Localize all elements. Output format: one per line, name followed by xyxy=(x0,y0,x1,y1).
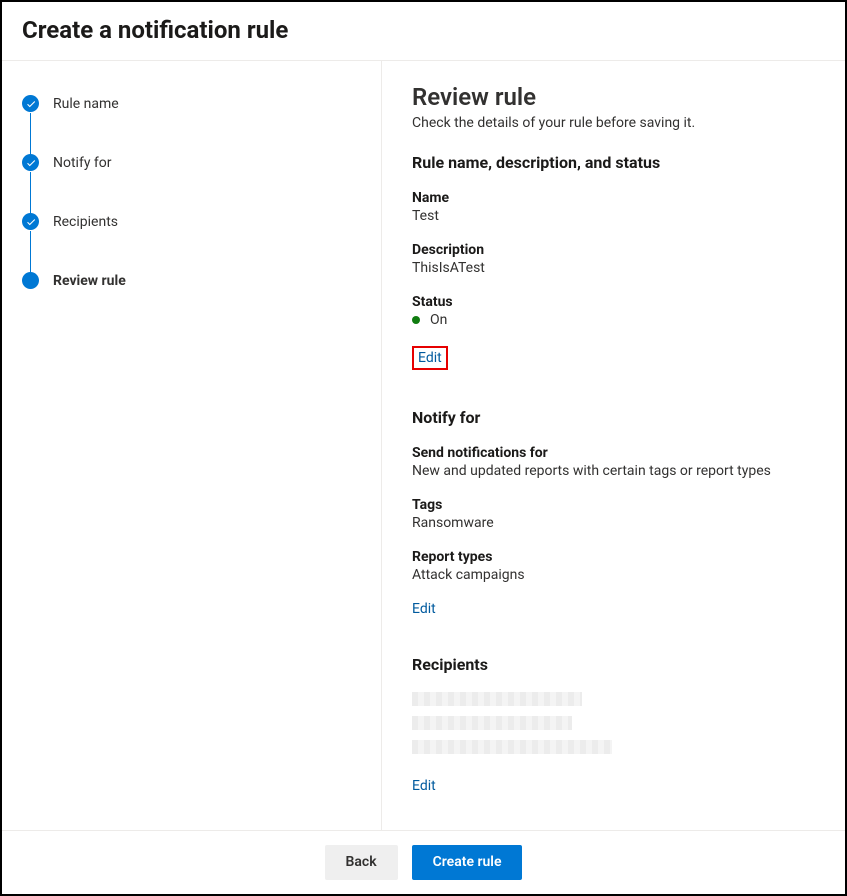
back-button[interactable]: Back xyxy=(325,845,398,880)
step-connector xyxy=(30,113,31,156)
checkmark-icon xyxy=(22,154,39,171)
status-label: Status xyxy=(412,294,817,310)
name-label: Name xyxy=(412,190,817,206)
page-subtitle: Check the details of your rule before sa… xyxy=(412,115,817,131)
description-value: ThisIsATest xyxy=(412,260,817,276)
edit-notify-section-link[interactable]: Edit xyxy=(412,601,436,617)
edit-highlight-box: Edit xyxy=(412,346,448,370)
step-review-rule[interactable]: Review rule xyxy=(22,272,361,289)
edit-name-section-link[interactable]: Edit xyxy=(418,350,442,366)
send-value: New and updated reports with certain tag… xyxy=(412,463,817,479)
section-heading-name: Rule name, description, and status xyxy=(412,153,817,172)
wizard-stepper: Rule name Notify for Recipients xyxy=(22,95,361,289)
wizard-dialog: Create a notification rule Rule name No xyxy=(0,0,847,896)
stepper-pane: Rule name Notify for Recipients xyxy=(2,61,382,830)
types-label: Report types xyxy=(412,549,817,565)
step-notify-for[interactable]: Notify for xyxy=(22,154,361,213)
step-recipients[interactable]: Recipients xyxy=(22,213,361,272)
page-heading: Review rule xyxy=(412,83,817,111)
step-label: Notify for xyxy=(53,155,112,171)
step-connector xyxy=(30,231,31,274)
recipients-list-redacted xyxy=(412,692,817,754)
status-value: On xyxy=(430,312,447,328)
redacted-recipient xyxy=(412,692,582,706)
send-label: Send notifications for xyxy=(412,445,817,461)
tags-value: Ransomware xyxy=(412,515,817,531)
review-pane: Review rule Check the details of your ru… xyxy=(382,61,845,830)
dialog-header: Create a notification rule xyxy=(2,2,845,61)
step-label: Review rule xyxy=(53,273,126,289)
description-label: Description xyxy=(412,242,817,258)
status-dot-icon xyxy=(412,316,420,324)
step-rule-name[interactable]: Rule name xyxy=(22,95,361,154)
types-value: Attack campaigns xyxy=(412,567,817,583)
tags-label: Tags xyxy=(412,497,817,513)
redacted-recipient xyxy=(412,740,612,754)
dialog-body: Rule name Notify for Recipients xyxy=(2,61,845,830)
step-connector xyxy=(30,172,31,215)
create-rule-button[interactable]: Create rule xyxy=(412,845,523,880)
section-heading-notify: Notify for xyxy=(412,408,817,427)
name-value: Test xyxy=(412,208,817,224)
status-row: On xyxy=(412,312,817,328)
redacted-recipient xyxy=(412,716,572,730)
section-heading-recipients: Recipients xyxy=(412,655,817,674)
current-step-icon xyxy=(22,272,39,289)
checkmark-icon xyxy=(22,95,39,112)
dialog-title: Create a notification rule xyxy=(22,16,825,44)
step-label: Recipients xyxy=(53,214,118,230)
edit-recipients-section-link[interactable]: Edit xyxy=(412,778,436,794)
step-label: Rule name xyxy=(53,96,119,112)
dialog-footer: Back Create rule xyxy=(2,830,845,894)
checkmark-icon xyxy=(22,213,39,230)
